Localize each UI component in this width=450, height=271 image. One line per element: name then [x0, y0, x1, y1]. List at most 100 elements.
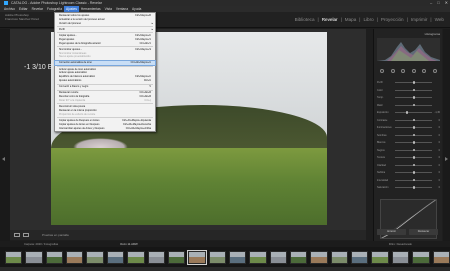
adjustment-brush-icon[interactable]	[432, 69, 437, 73]
module-2[interactable]: Mapa	[345, 17, 357, 22]
basic-row-slider[interactable]	[395, 156, 432, 159]
slider-knob[interactable]	[412, 133, 416, 137]
basic-row[interactable]: Temp.	[377, 96, 440, 99]
menu-item[interactable]: Correción automática de tono Ctrl+Alt+May…	[54, 60, 156, 67]
filmstrip-thumbnail[interactable]	[45, 250, 64, 264]
basic-row-value[interactable]: 0	[439, 149, 440, 152]
basic-row-slider[interactable]	[395, 81, 432, 84]
previous-button[interactable]: Anterior	[377, 229, 406, 235]
menu-item[interactable]: Perfil ▸	[55, 28, 155, 32]
basic-row-slider[interactable]	[395, 148, 432, 152]
menu-item[interactable]: Versión del proceso ▸	[55, 22, 155, 26]
filmstrip-thumbnail[interactable]	[167, 250, 186, 264]
basic-row-value[interactable]: 0	[439, 134, 440, 137]
basic-row[interactable]: Sombras 0	[377, 134, 440, 137]
slider-knob[interactable]	[412, 148, 416, 152]
basic-row-slider[interactable]	[395, 118, 432, 122]
slider-knob[interactable]	[412, 178, 416, 182]
filmstrip-thumbnail[interactable]	[66, 250, 84, 264]
filmstrip-thumbnail[interactable]	[187, 249, 207, 265]
basic-row[interactable]: Color	[377, 89, 440, 92]
basic-row[interactable]: Intensidad 0	[377, 179, 440, 182]
basic-row-value[interactable]: 0	[439, 119, 440, 122]
filmstrip-thumbnail[interactable]	[106, 250, 125, 264]
basic-row-value[interactable]: 0	[439, 141, 440, 144]
basic-row-value[interactable]: 0	[439, 164, 440, 167]
filmstrip-thumbnail[interactable]	[391, 250, 410, 264]
filmstrip-thumbnail[interactable]	[249, 250, 267, 264]
basic-row-slider[interactable]	[395, 126, 432, 129]
basic-row-value[interactable]: -1,30	[435, 111, 440, 114]
basic-row[interactable]: Perfil	[377, 81, 440, 84]
basic-row-value[interactable]: 0	[439, 156, 440, 159]
filmstrip-thumbnail[interactable]	[5, 250, 23, 264]
filmstrip-thumbnail[interactable]	[228, 250, 247, 264]
filmstrip-thumbnail[interactable]	[86, 250, 104, 264]
basic-row-slider[interactable]	[395, 186, 432, 189]
soft-proofing-label[interactable]: Pruebas en pantalla	[42, 233, 69, 237]
filmstrip-thumbnail[interactable]	[25, 250, 43, 264]
slider-knob[interactable]	[412, 163, 416, 167]
slider-knob[interactable]	[412, 103, 416, 107]
slider-knob[interactable]	[412, 126, 416, 129]
red-eye-icon[interactable]	[401, 69, 406, 73]
slider-knob[interactable]	[412, 171, 416, 174]
histogram-header[interactable]: Histograma	[374, 32, 443, 37]
filmstrip-thumbnail[interactable]	[432, 250, 450, 264]
slider-knob[interactable]	[412, 96, 416, 99]
basic-row[interactable]: Negros 0	[377, 149, 440, 152]
slider-knob[interactable]	[412, 156, 416, 159]
before-after-icon[interactable]	[23, 233, 29, 237]
graduated-filter-icon[interactable]	[411, 69, 416, 73]
basic-row-slider[interactable]	[395, 163, 432, 167]
module-0[interactable]: Biblioteca	[295, 17, 315, 22]
slider-knob[interactable]	[412, 186, 416, 189]
basic-row[interactable]: Textura 0	[377, 156, 440, 159]
filmstrip-thumbnail[interactable]	[290, 250, 308, 264]
module-1[interactable]: Revelar	[322, 17, 338, 22]
module-5[interactable]: Imprimir	[411, 17, 428, 22]
basic-row[interactable]: Iluminaciones 0	[377, 126, 440, 129]
basic-row-slider[interactable]	[395, 141, 432, 144]
menu-item[interactable]: Pegar ajustes de la fotografía anterior C…	[55, 42, 155, 46]
slider-knob[interactable]	[412, 81, 416, 84]
expand-left-panel-icon[interactable]	[2, 157, 5, 161]
module-3[interactable]: Libro	[363, 17, 373, 22]
filmstrip-thumbnail[interactable]	[351, 250, 369, 264]
basic-row-slider[interactable]	[395, 171, 432, 174]
slider-knob[interactable]	[406, 111, 409, 114]
basic-row[interactable]: Contraste 0	[377, 119, 440, 122]
basic-row-value[interactable]: 0	[439, 171, 440, 174]
basic-row[interactable]: Neblina 0	[377, 171, 440, 174]
basic-row[interactable]: Blancos 0	[377, 141, 440, 144]
basic-row-slider[interactable]	[395, 103, 432, 107]
filmstrip-thumbnail[interactable]	[269, 250, 288, 264]
basic-row-value[interactable]: 0	[439, 126, 440, 129]
filmstrip-thumbnail[interactable]	[127, 250, 145, 264]
module-4[interactable]: Proyección	[381, 17, 404, 22]
menu-item[interactable]: Convertir a blanco y negro V	[55, 85, 155, 89]
filmstrip-thumbnail[interactable]	[147, 250, 165, 264]
filmstrip-thumbnail[interactable]	[208, 250, 226, 264]
slider-knob[interactable]	[412, 141, 416, 144]
basic-row-slider[interactable]	[395, 111, 432, 114]
reset-button[interactable]: Restaurar	[409, 229, 438, 235]
basic-row-value[interactable]: 0	[439, 179, 440, 182]
slider-knob[interactable]	[412, 88, 416, 92]
filmstrip-thumbnail[interactable]	[310, 250, 328, 264]
menu-item[interactable]: Ajustes automáticos Ctrl+U	[55, 79, 155, 83]
filmstrip-thumbnail[interactable]	[371, 250, 389, 264]
basic-row[interactable]: Saturación 0	[377, 186, 440, 189]
radial-filter-icon[interactable]	[422, 69, 427, 73]
collapse-right-panel-icon[interactable]	[445, 157, 448, 161]
basic-row[interactable]: Exposición -1,30	[377, 111, 440, 114]
spot-removal-icon[interactable]	[390, 69, 395, 73]
filmstrip-thumbnail[interactable]	[412, 250, 430, 264]
menu-item[interactable]: Intercambiar ajustes de Antes y Después C…	[55, 127, 155, 131]
crop-tool-icon[interactable]	[380, 69, 385, 73]
slider-knob[interactable]	[412, 118, 416, 122]
module-6[interactable]: Web	[435, 17, 444, 22]
basic-row-slider[interactable]	[395, 133, 432, 137]
basic-row[interactable]: Matiz	[377, 104, 440, 107]
basic-row[interactable]: Claridad 0	[377, 164, 440, 167]
